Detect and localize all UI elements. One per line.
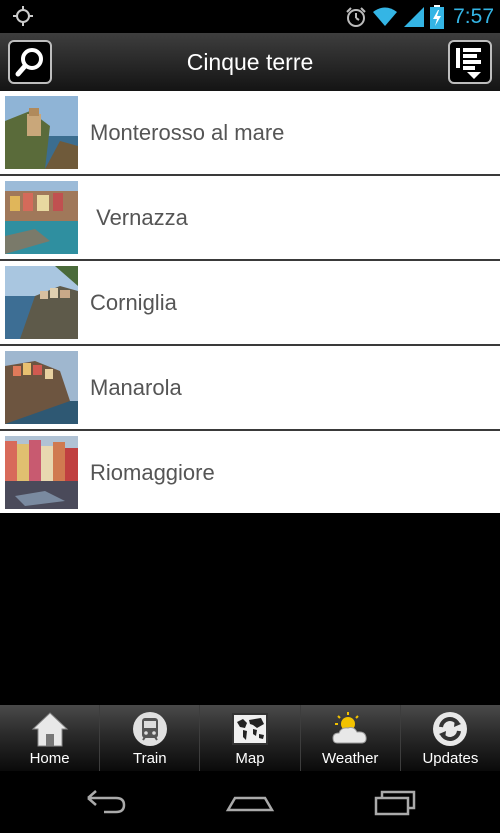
status-bar: 7:57	[0, 0, 500, 33]
tab-label: Updates	[422, 750, 479, 767]
clock-time: 7:57	[453, 4, 494, 28]
tab-home[interactable]: Home	[0, 705, 99, 771]
list-item-label: Vernazza	[90, 205, 188, 230]
back-icon[interactable]	[80, 786, 130, 818]
tab-updates[interactable]: Updates	[399, 705, 500, 771]
updates-icon	[433, 712, 468, 746]
list-item-monterosso[interactable]: Monterosso al mare	[0, 91, 500, 176]
page-title: Cinque terre	[186, 49, 314, 75]
tab-map[interactable]: Map	[199, 705, 299, 771]
tab-weather[interactable]: Weather	[299, 705, 400, 771]
list-item-label: Corniglia	[90, 290, 177, 315]
place-thumbnail	[5, 266, 78, 339]
sort-button[interactable]	[448, 40, 492, 84]
place-thumbnail	[5, 436, 78, 509]
list-item-manarola[interactable]: Manarola	[0, 346, 500, 431]
tab-label: Map	[235, 750, 265, 767]
search-button[interactable]	[8, 40, 52, 84]
search-icon	[15, 48, 43, 77]
places-list: Monterosso al mare Vernazza Corniglia Ma…	[0, 91, 500, 513]
recent-apps-icon[interactable]	[370, 786, 420, 818]
home-nav-icon[interactable]	[225, 786, 275, 818]
tab-label: Home	[29, 750, 70, 767]
signal-icon	[404, 6, 425, 27]
alarm-icon	[346, 6, 366, 27]
tab-train[interactable]: Train	[99, 705, 199, 771]
home-icon	[31, 712, 68, 747]
action-bar: Cinque terre	[0, 33, 500, 91]
list-item-label: Riomaggiore	[90, 460, 215, 485]
tab-label: Train	[132, 750, 167, 767]
place-thumbnail	[5, 96, 78, 169]
sort-list-icon	[456, 48, 481, 79]
battery-charging-icon	[430, 4, 445, 29]
wifi-icon	[373, 7, 398, 26]
system-navigation-bar	[0, 771, 500, 833]
list-item-vernazza[interactable]: Vernazza	[0, 176, 500, 261]
list-item-label: Monterosso al mare	[90, 120, 285, 145]
location-icon	[13, 6, 33, 26]
list-item-corniglia[interactable]: Corniglia	[0, 261, 500, 346]
weather-icon	[332, 712, 367, 744]
place-thumbnail	[5, 181, 78, 254]
tab-label: Weather	[322, 750, 379, 767]
place-thumbnail	[5, 351, 78, 424]
list-item-riomaggiore[interactable]: Riomaggiore	[0, 431, 500, 513]
map-icon	[232, 713, 268, 745]
bottom-tab-bar: Home Train Map Weather Updates	[0, 705, 500, 771]
train-icon	[132, 712, 167, 746]
list-item-label: Manarola	[90, 375, 182, 400]
